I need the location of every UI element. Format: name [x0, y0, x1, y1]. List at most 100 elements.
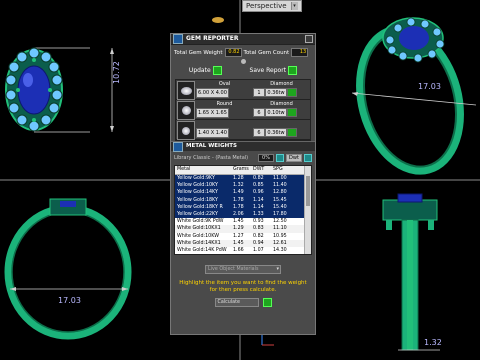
- table-row[interactable]: White Gold:14K PdW 1.66 1.07 14.30: [175, 247, 311, 254]
- gem-toggle[interactable]: [287, 88, 297, 97]
- table-row[interactable]: White Gold:9K PdW 1.45 0.93 12.50: [175, 218, 311, 225]
- table-row[interactable]: White Gold:14KX1 1.45 0.94 12.61: [175, 239, 311, 247]
- column-header-dwt[interactable]: DWT: [253, 166, 273, 174]
- spg-cell: 15.45: [273, 197, 287, 203]
- dwt-cell: 1.14: [253, 204, 264, 210]
- metal-name-cell: Yellow Gold:18KY: [177, 197, 218, 203]
- column-header-spg[interactable]: SPG: [273, 166, 291, 174]
- perspective-width-dimension: 17.03: [418, 82, 441, 91]
- spg-cell: 12.80: [273, 190, 287, 196]
- dwt-cell: 1.33: [253, 211, 264, 217]
- gem-reporter-icon: [173, 34, 183, 44]
- dwt-cell: 0.82: [253, 176, 264, 181]
- dwt-cell: 0.94: [253, 240, 264, 246]
- grams-cell: 1.45: [233, 240, 244, 246]
- dwt-cell: 0.93: [253, 219, 264, 225]
- side-view-ring: [382, 193, 440, 351]
- gem-shape: Oval: [218, 81, 231, 87]
- update-go-icon[interactable]: [212, 66, 222, 75]
- collapse-dot-icon[interactable]: [240, 59, 246, 64]
- gem-qty: 6: [253, 128, 265, 137]
- dwt-cell: 1.14: [253, 197, 264, 203]
- gem-round-icon: [177, 121, 195, 140]
- spg-cell: 11.00: [273, 176, 287, 181]
- gem-oval-icon: [177, 81, 195, 100]
- grams-cell: 1.66: [233, 247, 244, 253]
- spg-cell: 14.30: [273, 247, 287, 253]
- side-height-dimension: 1.32: [424, 338, 442, 347]
- gem-qty: 6: [253, 108, 265, 117]
- update-button[interactable]: Update: [189, 66, 222, 75]
- save-report-button[interactable]: Save Report: [250, 66, 298, 75]
- gem-reporter-panel: GEM REPORTER Total Gem Weight 0.82 Total…: [170, 33, 316, 335]
- metal-name-cell: White Gold:9K PdW: [177, 219, 224, 225]
- gem-size: 6.00 X 4.00: [196, 88, 229, 98]
- spg-cell: 10.95: [273, 233, 287, 239]
- calculate-hint: Highlight the item you want to find the …: [179, 280, 307, 293]
- metal-name-cell: Yellow Gold:10KY: [177, 183, 218, 189]
- metal-name-cell: White Gold:14KX1: [177, 240, 221, 246]
- table-row[interactable]: Yellow Gold:14KY 1.49 0.96 12.80: [175, 189, 311, 197]
- gem-reporter-title: GEM REPORTER: [186, 35, 239, 42]
- table-row[interactable]: White Gold:10KX1 1.29 0.83 11.10: [175, 225, 311, 233]
- calculate-go-icon[interactable]: [262, 298, 272, 307]
- gem-toggle[interactable]: [287, 128, 297, 137]
- metal-library-label: Library Classic - (Pasta Metal): [174, 155, 249, 161]
- gem-row[interactable]: Oval 6.00 X 4.00 Diamond 1 0.36tw: [176, 80, 310, 100]
- grams-cell: 1.32: [233, 183, 244, 189]
- scrollbar-thumb[interactable]: [306, 176, 310, 206]
- total-gem-weight-value: 0.82: [224, 48, 242, 57]
- gem-carat: 0.10tw: [265, 108, 287, 117]
- metal-name-cell: Yellow Gold:22KY: [177, 211, 218, 217]
- percent-input[interactable]: 0%: [258, 154, 274, 162]
- metal-weights-icon: [173, 141, 183, 152]
- unit-select[interactable]: Dwt: [286, 154, 302, 162]
- table-row[interactable]: Yellow Gold:22KY 2.06 1.33 17.80: [175, 210, 311, 219]
- total-gem-count-value: 13: [291, 48, 309, 57]
- close-icon[interactable]: [305, 35, 313, 43]
- gem-row[interactable]: 1.40 X 1.40 6 0.36tw: [176, 120, 310, 140]
- calculate-select[interactable]: Calculate: [214, 298, 259, 307]
- table-scrollbar[interactable]: [304, 166, 311, 254]
- gem-row[interactable]: Round 1.65 X 1.65 Diamond 6 0.10tw: [176, 100, 310, 120]
- table-row[interactable]: Yellow Gold:9KY 1.28 0.82 11.00: [175, 175, 311, 183]
- update-label: Update: [188, 67, 211, 74]
- percent-apply-icon[interactable]: [276, 154, 284, 162]
- grams-cell: 2.06: [233, 211, 244, 217]
- column-header-metal[interactable]: Metal: [175, 166, 233, 174]
- view-mode-dropdown[interactable]: Perspective ▾: [242, 0, 302, 12]
- metal-weights-title: METAL WEIGHTS: [186, 143, 237, 149]
- gem-shape: Round: [216, 101, 233, 107]
- table-row[interactable]: Yellow Gold:18KY 1.78 1.14 15.45: [175, 196, 311, 204]
- metal-name-cell: White Gold:10KW: [177, 233, 219, 239]
- spg-cell: 15.40: [273, 204, 287, 210]
- metal-weights-table[interactable]: Metal Grams DWT SPG Yellow Gold:9KY 1.28 0…: [174, 165, 312, 255]
- table-row[interactable]: Yellow Gold:10KY 1.32 0.85 11.40: [175, 182, 311, 190]
- dwt-cell: 1.07: [253, 247, 264, 253]
- table-header: Metal Grams DWT SPG: [175, 166, 311, 175]
- object-materials-select[interactable]: Live Object Materials: [205, 265, 281, 274]
- total-gem-weight-label: Total Gem Weight: [174, 49, 223, 56]
- spg-cell: 17.80: [273, 211, 287, 217]
- gem-toggle[interactable]: [287, 108, 297, 117]
- metal-weights-titlebar[interactable]: METAL WEIGHTS: [171, 141, 315, 152]
- view-mode-label: Perspective: [246, 2, 287, 10]
- front-view-ring: [5, 47, 114, 133]
- metal-name-cell: White Gold:14K PdW: [177, 247, 227, 253]
- gem-totals: Total Gem Weight 0.82 Total Gem Count 13: [171, 45, 315, 58]
- gem-qty: 1: [253, 88, 265, 97]
- table-row[interactable]: White Gold:10KW 1.27 0.82 10.95: [175, 233, 311, 240]
- grams-cell: 1.49: [233, 190, 244, 196]
- gem-reporter-titlebar[interactable]: GEM REPORTER: [171, 34, 315, 45]
- dwt-cell: 0.85: [253, 183, 264, 189]
- column-header-grams[interactable]: Grams: [233, 166, 253, 174]
- save-report-go-icon[interactable]: [288, 66, 298, 75]
- top-view-shank: [4, 198, 132, 340]
- unit-apply-icon[interactable]: [304, 154, 312, 162]
- dwt-cell: 0.96: [253, 190, 264, 196]
- gem-list: Oval 6.00 X 4.00 Diamond 1 0.36tw Round 1…: [175, 79, 311, 141]
- grams-cell: 1.27: [233, 233, 244, 239]
- table-row[interactable]: Yellow Gold:18KY R 1.78 1.14 15.40: [175, 203, 311, 211]
- dwt-cell: 0.82: [253, 233, 264, 239]
- gem-carat: 0.36tw: [265, 128, 287, 137]
